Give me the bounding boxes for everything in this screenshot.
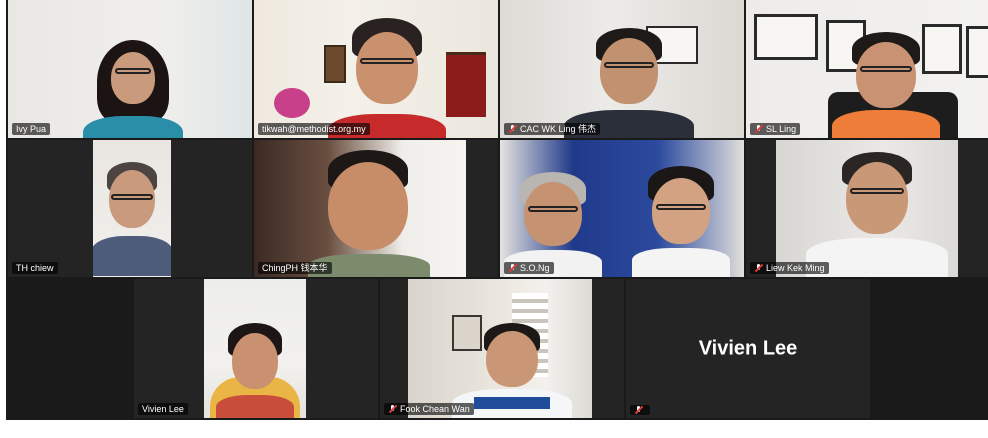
participant-figure [328, 18, 446, 138]
participant-name-tag: SL Ling [750, 123, 801, 135]
participant-name: Liew Kek Ming [766, 263, 825, 273]
participant-tile-so-ng[interactable]: S.O.Ng [500, 140, 744, 277]
participant-tile-cac-wk-ling[interactable]: CAC WK Ling 伟杰 [500, 0, 744, 138]
participant-video [500, 0, 744, 138]
participant-tile-ivy-pua[interactable]: Ivy Pua [8, 0, 252, 138]
participant-name-tag: ChingPH 钱本华 [258, 262, 332, 274]
participant-tile-vivien-lee-video-off[interactable]: Vivien Lee [626, 279, 870, 418]
gallery-view: Ivy Pua tikwah@methodist.org.my CAC WK L… [6, 0, 988, 420]
participant-video [776, 140, 958, 277]
participant-name: Fook Chean Wan [400, 404, 470, 414]
mic-muted-icon [754, 263, 763, 273]
participant-name-tag: Fook Chean Wan [384, 403, 474, 415]
participant-video [93, 140, 171, 277]
participant-name-tag: Vivien Lee [138, 403, 188, 415]
participant-name-tag: CAC WK Ling 伟杰 [504, 123, 601, 135]
participant-name-tag: Liew Kek Ming [750, 262, 829, 274]
participant-display-name: Vivien Lee [698, 337, 798, 359]
wall-tapestry [446, 52, 486, 117]
participant-video [204, 279, 306, 418]
participant-tile-tikwah[interactable]: tikwah@methodist.org.my [254, 0, 498, 138]
mic-muted-icon [508, 124, 517, 134]
mic-muted-icon [388, 404, 397, 414]
participant-tile-sl-ling[interactable]: SL Ling [746, 0, 988, 138]
participant-figure [806, 152, 948, 277]
wall-certificate [754, 14, 818, 60]
wall-certificate [966, 26, 988, 78]
shirt-print [474, 397, 550, 409]
participant-name-tag: tikwah@methodist.org.my [258, 123, 370, 135]
participant-figure [632, 166, 730, 277]
participant-video [746, 0, 988, 138]
participant-video [408, 279, 592, 418]
participant-video [254, 0, 498, 138]
participant-name: Vivien Lee [142, 404, 184, 414]
bottom-whitespace [0, 420, 988, 438]
participant-figure [83, 38, 183, 138]
participant-figure [832, 32, 940, 138]
participant-name-tag: S.O.Ng [504, 262, 554, 274]
participant-name-tag [630, 405, 650, 415]
participant-tile-vivien-lee[interactable]: Vivien Lee [134, 279, 378, 418]
participant-video [8, 0, 252, 138]
mic-muted-icon [508, 263, 517, 273]
participant-name-tag: Ivy Pua [12, 123, 51, 135]
participant-figure [452, 323, 572, 418]
participant-name: Ivy Pua [16, 124, 47, 134]
participant-tile-th-chiew[interactable]: TH chiew [8, 140, 252, 277]
participant-name: tikwah@methodist.org.my [262, 124, 366, 134]
participant-tile-liew-kek-ming[interactable]: Liew Kek Ming [746, 140, 988, 277]
participant-video [500, 140, 744, 277]
plant [274, 88, 310, 118]
participant-name: CAC WK Ling 伟杰 [520, 124, 597, 134]
participant-name: SL Ling [766, 124, 797, 134]
participant-name-tag: TH chiew [12, 262, 58, 274]
participant-figure [564, 28, 694, 138]
mic-muted-icon [754, 124, 763, 134]
participant-name: TH chiew [16, 263, 54, 273]
participant-figure [93, 162, 171, 277]
mic-muted-icon [634, 405, 643, 415]
participant-video [254, 140, 466, 277]
participant-figure [216, 323, 294, 418]
participant-tile-chingph[interactable]: ChingPH 钱本华 [254, 140, 498, 277]
participant-figure [308, 150, 430, 277]
participant-name: ChingPH 钱本华 [262, 263, 328, 273]
participant-tile-fook-chean-wan[interactable]: Fook Chean Wan [380, 279, 624, 418]
participant-name: S.O.Ng [520, 263, 550, 273]
